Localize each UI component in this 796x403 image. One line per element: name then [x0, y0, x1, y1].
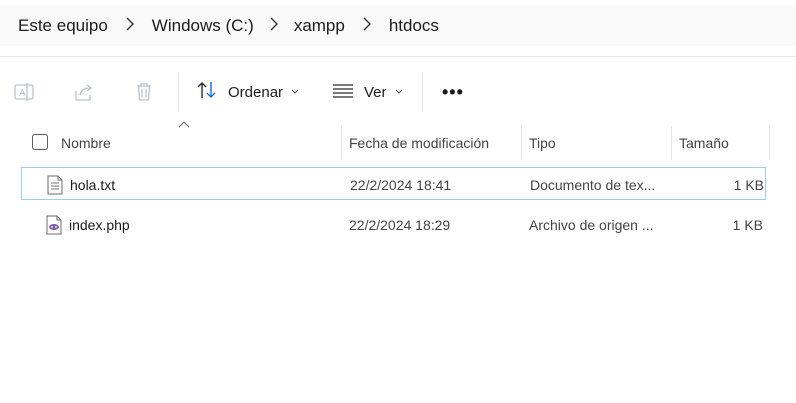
breadcrumb-item-este-equipo[interactable]: Este equipo [18, 16, 108, 36]
sort-label: Ordenar [228, 83, 284, 101]
share-icon[interactable] [72, 80, 96, 104]
svg-text:A: A [19, 88, 26, 99]
sort-icon [196, 80, 218, 104]
file-name: index.php [69, 216, 130, 233]
file-row-index-php[interactable]: index.php 22/2/2024 18:29 Archivo de ori… [21, 208, 766, 241]
php-file-icon [46, 215, 62, 235]
file-size: 1 KB [732, 216, 763, 233]
breadcrumb: Este equipo Windows (C:) xampp htdocs [18, 16, 439, 36]
column-size[interactable]: Tamaño [679, 126, 769, 160]
column-size-label: Tamaño [679, 135, 729, 151]
toolbar-divider [422, 72, 423, 112]
file-date: 22/2/2024 18:29 [349, 216, 451, 233]
chevron-right-icon[interactable] [254, 17, 294, 35]
column-date-label: Fecha de modificación [349, 135, 490, 151]
view-label: Ver [364, 83, 387, 101]
more-options-button[interactable]: ••• [442, 76, 464, 108]
sort-button[interactable]: Ordenar [196, 76, 299, 108]
file-name: hola.txt [70, 176, 116, 193]
view-list-icon [332, 82, 354, 102]
column-type-label: Tipo [529, 135, 556, 151]
breadcrumb-item-xampp[interactable]: xampp [294, 16, 345, 36]
file-row-hola-txt[interactable]: hola.txt 22/2/2024 18:41 Documento de te… [21, 167, 766, 200]
file-date: 22/2/2024 18:41 [350, 176, 452, 193]
column-name[interactable]: Nombre [61, 126, 341, 160]
chevron-right-icon[interactable] [345, 17, 389, 35]
address-bar[interactable]: Este equipo Windows (C:) xampp htdocs [0, 6, 796, 46]
chevron-down-icon [395, 87, 403, 98]
chevron-right-icon[interactable] [108, 17, 152, 35]
column-header: Nombre Fecha de modificación Tipo Tamaño [0, 121, 796, 160]
divider [0, 56, 796, 57]
view-button[interactable]: Ver [332, 76, 403, 108]
breadcrumb-item-htdocs[interactable]: htdocs [389, 16, 439, 36]
file-type: Archivo de origen ... [529, 216, 654, 233]
more-options-icon: ••• [442, 81, 464, 102]
column-divider[interactable] [521, 126, 522, 160]
column-divider[interactable] [769, 126, 770, 160]
breadcrumb-item-windows[interactable]: Windows (C:) [152, 16, 254, 36]
file-size: 1 KB [733, 176, 764, 193]
command-bar: A Ordenar Ver ••• [0, 70, 796, 114]
rename-icon[interactable]: A [12, 80, 36, 104]
column-divider[interactable] [341, 126, 342, 160]
column-date[interactable]: Fecha de modificación [349, 126, 521, 160]
toolbar-divider [178, 72, 179, 112]
text-file-icon [47, 175, 63, 195]
column-divider[interactable] [671, 126, 672, 160]
delete-icon[interactable] [132, 80, 156, 104]
column-type[interactable]: Tipo [529, 126, 671, 160]
chevron-down-icon [291, 87, 299, 98]
file-type: Documento de tex... [530, 176, 656, 193]
select-all-checkbox[interactable] [32, 134, 48, 150]
column-name-label: Nombre [61, 135, 111, 151]
